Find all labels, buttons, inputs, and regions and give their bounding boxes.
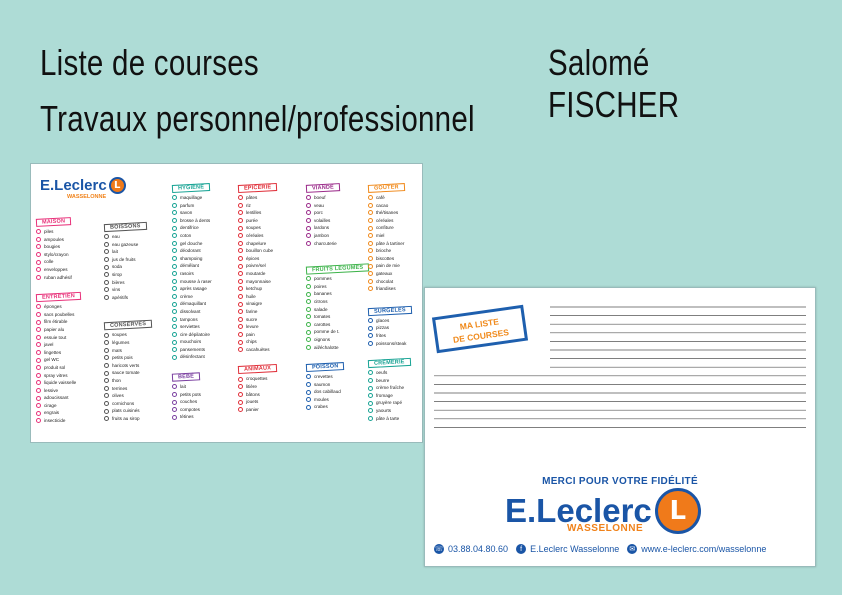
facebook-icon: f [516,544,527,554]
writing-lines [434,306,806,428]
phone-number: 03.88.04.80.60 [448,544,509,554]
mail-icon: ✉ [627,544,638,554]
facebook-page: E.Leclerc Wasselonne [530,544,620,554]
thanks-text: MERCI POUR VOTRE FIDÉLITÉ [542,476,698,487]
phone-icon: ☏ [434,544,444,554]
logo-large-circle-icon: L [654,488,701,534]
website: www.e-leclerc.com/wasselonne [641,544,767,554]
contact-bar: ☏ 03.88.04.80.60 f E.Leclerc Wasselonne … [434,544,814,554]
logo-large-town: WASSELONNE [567,523,644,534]
